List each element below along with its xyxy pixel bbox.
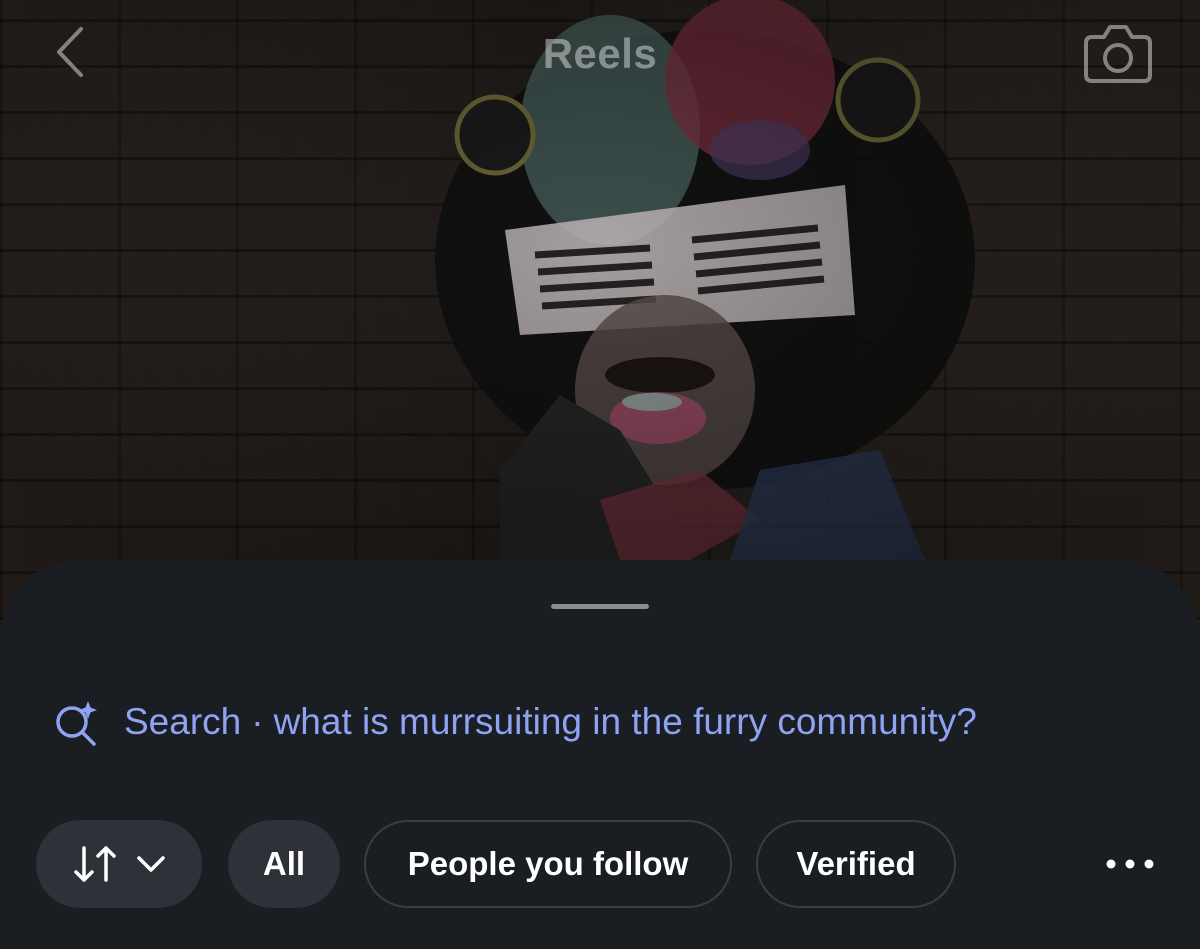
sort-dropdown-button[interactable] [36,820,202,908]
bottom-sheet: Search · what is murrsuiting in the furry … [0,560,1200,949]
sheet-grabber-handle[interactable] [551,604,649,609]
filter-chip-all[interactable]: All [228,820,340,908]
more-options-button[interactable] [1100,842,1160,886]
ai-search-icon [56,701,97,746]
chevron-down-icon [137,856,165,872]
camera-button[interactable] [1080,16,1156,88]
search-separator: · [251,701,264,742]
more-horizontal-icon [1106,859,1154,869]
page-title: Reels [542,30,658,77]
filter-chip-people-you-follow[interactable]: People you follow [364,820,732,908]
search-query: what is murrsuiting in the furry communi… [273,701,977,742]
filter-chip-verified[interactable]: Verified [756,820,956,908]
search-suggestion[interactable]: Search · what is murrsuiting in the furry … [52,694,977,750]
sort-arrows-icon [74,846,116,882]
search-text: Search · what is murrsuiting in the furry … [124,701,977,743]
camera-icon [1084,25,1152,83]
top-bar: Reels [0,0,1200,110]
filter-chips: All People you follow Verified [36,820,1164,912]
search-label: Search [124,701,242,742]
